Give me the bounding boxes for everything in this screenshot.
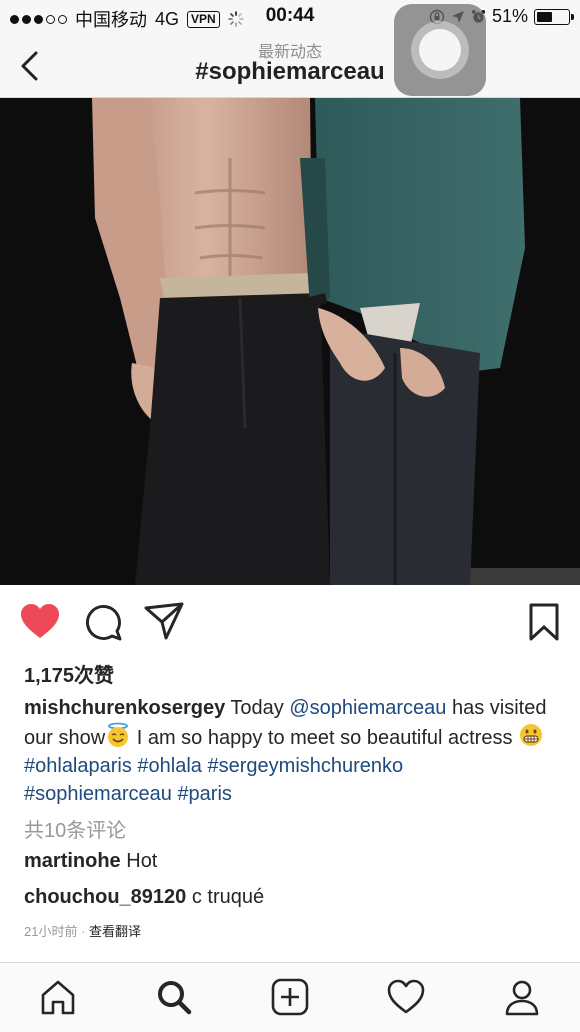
caption-text-1: Today <box>225 697 290 719</box>
view-all-comments[interactable]: 共10条评论 <box>24 814 126 843</box>
smiling-halo-emoji-icon <box>108 722 129 747</box>
caption-username[interactable]: mishchurenkosergey <box>24 697 225 719</box>
activity-icon[interactable] <box>386 977 426 1017</box>
page-title: #sophiemarceau <box>195 58 385 85</box>
home-icon[interactable] <box>38 977 78 1017</box>
nav-bar: 最新动态 #sophiemarceau <box>0 34 580 98</box>
battery-percent: 51% <box>491 6 528 26</box>
comment-username[interactable]: chouchou_89120 <box>24 886 186 908</box>
photo-illustration <box>0 98 580 585</box>
comment-text: c truqué <box>186 886 265 908</box>
post-meta: 21小时前 · 查看翻译 <box>24 921 141 940</box>
profile-icon[interactable] <box>502 977 542 1017</box>
add-icon[interactable] <box>270 977 310 1017</box>
post-time: 21小时前 <box>24 924 78 939</box>
battery-icon <box>534 8 574 25</box>
bookmark-icon[interactable] <box>522 600 566 644</box>
comment-item: martinohe Hot <box>24 850 157 873</box>
comment-text: Hot <box>120 850 158 872</box>
likes-count[interactable]: 1,175次赞 <box>24 659 114 688</box>
battery-fill <box>537 11 553 22</box>
hashtag-ohlalaparis[interactable]: #ohlalaparis <box>24 755 132 777</box>
status-bar: 中国移动 4G VPN 00:44 51% <box>0 0 580 34</box>
heart-icon[interactable] <box>18 600 62 644</box>
hashtag-sergeymishchurenko[interactable]: #sergeymishchurenko <box>208 755 404 777</box>
caption-text-3: I am so happy to meet so beautiful actre… <box>131 727 519 749</box>
assistive-touch-button[interactable] <box>394 4 486 96</box>
see-translation-link[interactable]: 查看翻译 <box>89 924 141 939</box>
caption-mention[interactable]: @sophiemarceau <box>289 697 446 719</box>
meta-separator: · <box>77 924 90 939</box>
share-icon[interactable] <box>142 600 186 644</box>
post-photo <box>0 98 580 585</box>
comment-username[interactable]: martinohe <box>24 850 121 872</box>
post-caption: mishchurenkosergey Today @sophiemarceau … <box>24 694 554 808</box>
comment-item: chouchou_89120 c truqué <box>24 886 264 909</box>
hashtag-sophiemarceau[interactable]: #sophiemarceau <box>24 783 172 805</box>
grimacing-emoji-icon <box>520 724 543 746</box>
post-actions <box>0 600 580 646</box>
hashtag-ohlala[interactable]: #ohlala <box>137 755 202 777</box>
tab-bar <box>0 962 580 1032</box>
comment-icon[interactable] <box>82 600 126 644</box>
hashtag-paris[interactable]: #paris <box>177 783 231 805</box>
search-icon[interactable] <box>154 977 194 1017</box>
